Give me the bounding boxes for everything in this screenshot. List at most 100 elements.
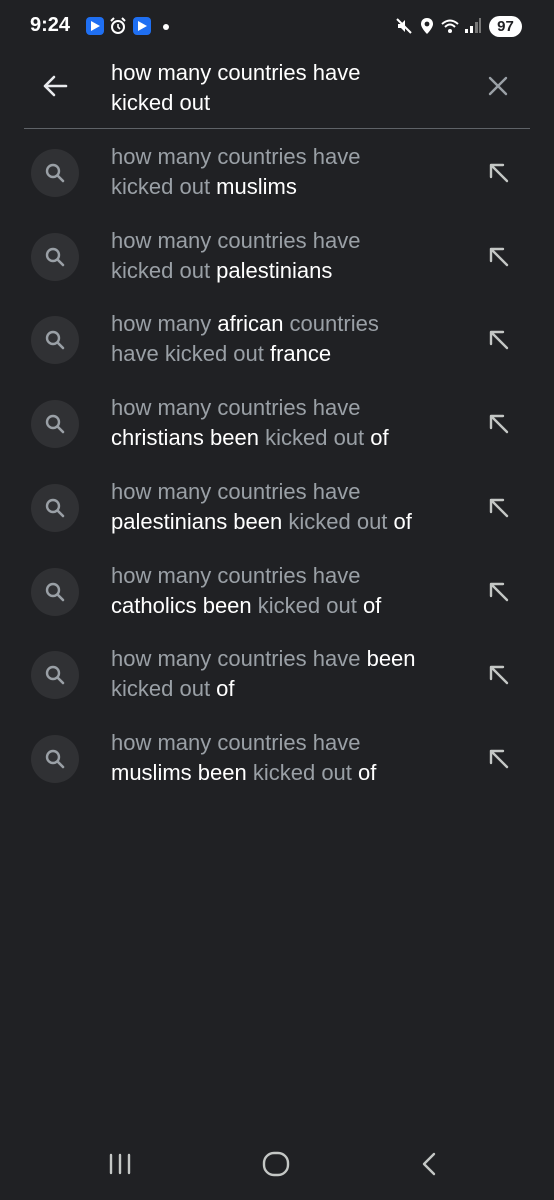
suggestion-segment: of: [216, 676, 235, 702]
suggestion-segment: have kicked out: [111, 341, 270, 367]
suggestion-line1: how many countries have: [111, 226, 471, 256]
close-icon[interactable]: [480, 68, 516, 104]
app-icon: [86, 17, 104, 35]
suggestion-segment: how many countries have: [111, 646, 367, 672]
suggestion-line2: kicked out palestinians: [111, 256, 471, 286]
suggestion-segment: how many countries have: [111, 478, 361, 504]
suggestion-item[interactable]: how many countries have been kicked out o…: [0, 632, 554, 716]
suggestion-text: how many african countries have kicked ou…: [111, 309, 471, 369]
arrow-up-left-icon[interactable]: [481, 406, 517, 442]
suggestion-segment: kicked out: [252, 759, 359, 785]
suggestion-line1: how many african countries: [111, 309, 471, 339]
suggestion-segment: been: [366, 646, 416, 672]
search-icon: [31, 567, 79, 616]
arrow-up-left-icon[interactable]: [481, 239, 517, 275]
back-icon[interactable]: [412, 1146, 448, 1182]
suggestion-line1: how many countries have: [111, 728, 471, 758]
suggestion-segment: kicked out: [288, 508, 394, 534]
suggestion-item[interactable]: how many countries have kicked out palest…: [0, 214, 554, 298]
arrow-up-left-icon[interactable]: [481, 657, 517, 693]
suggestion-segment: of: [370, 425, 389, 451]
header-divider: [24, 128, 530, 129]
suggestion-segment: countries: [289, 311, 379, 337]
suggestion-line2: kicked out muslims: [111, 172, 471, 202]
status-time: 9:24: [30, 14, 71, 36]
status-bar: 9:24 97: [0, 0, 554, 56]
search-icon: [31, 734, 79, 783]
suggestion-item[interactable]: how many countries have christians been k…: [0, 381, 554, 465]
suggestion-text: how many countries have kicked out muslim…: [111, 142, 471, 202]
suggestion-segment: of: [358, 759, 377, 785]
navigation-bar: [0, 1128, 554, 1200]
search-icon: [31, 651, 79, 700]
signal-icon: [464, 17, 482, 35]
suggestion-segment: france: [269, 341, 332, 367]
notification-dot: [163, 24, 169, 30]
search-icon: [31, 232, 79, 281]
search-icon: [31, 316, 79, 365]
suggestion-line2: muslims been kicked out of: [111, 758, 471, 788]
suggestion-segment: kicked out: [111, 676, 217, 702]
suggestion-segment: how many countries have: [111, 562, 361, 588]
suggestion-segment: kicked out: [257, 592, 363, 618]
suggestion-segment: how many countries have: [111, 395, 361, 421]
suggestion-segment: of: [393, 508, 412, 534]
arrow-up-left-icon[interactable]: [481, 490, 517, 526]
suggestion-line1: how many countries have: [111, 393, 471, 423]
search-header: how many countries have kicked out: [0, 56, 554, 128]
suggestion-line2: palestinians been kicked out of: [111, 507, 471, 537]
location-icon: [418, 17, 436, 35]
suggestion-text: how many countries have been kicked out o…: [111, 644, 471, 704]
suggestion-segment: palestinians: [216, 257, 333, 283]
suggestion-segment: muslims: [216, 174, 297, 199]
arrow-up-left-icon[interactable]: [481, 322, 517, 358]
search-query-line2: kicked out: [111, 90, 211, 115]
suggestion-item[interactable]: how many countries have catholics been ki…: [0, 549, 554, 633]
suggestion-item[interactable]: how many countries have muslims been kick…: [0, 716, 554, 800]
arrow-up-left-icon[interactable]: [481, 741, 517, 777]
suggestion-item[interactable]: how many countries have palestinians been…: [0, 465, 554, 549]
suggestion-line1: how many countries have: [111, 142, 471, 172]
suggestion-segment: how many countries have: [111, 729, 361, 755]
suggestion-item[interactable]: how many african countries have kicked ou…: [0, 297, 554, 381]
suggestion-segment: christians been: [111, 425, 266, 451]
suggestion-segment: how many: [111, 311, 218, 337]
suggestion-line2: christians been kicked out of: [111, 423, 471, 453]
suggestion-line2: catholics been kicked out of: [111, 591, 471, 621]
recents-icon[interactable]: [102, 1146, 138, 1182]
suggestion-segment: kicked out: [111, 174, 217, 199]
suggestion-text: how many countries have muslims been kick…: [111, 728, 471, 788]
arrow-up-left-icon[interactable]: [481, 574, 517, 610]
search-input[interactable]: how many countries have kicked out: [111, 58, 451, 118]
suggestion-line2: kicked out of: [111, 674, 471, 704]
suggestion-segment: catholics been: [111, 592, 258, 618]
suggestion-segment: of: [362, 592, 382, 618]
suggestion-segment: muslims been: [111, 759, 253, 785]
search-icon: [31, 149, 79, 197]
home-icon[interactable]: [258, 1146, 294, 1182]
suggestion-segment: palestinians been: [111, 508, 289, 534]
suggestion-text: how many countries have catholics been ki…: [111, 561, 471, 621]
arrow-up-left-icon[interactable]: [481, 155, 517, 191]
suggestion-segment: kicked out: [111, 257, 217, 283]
suggestion-line1: how many countries have: [111, 561, 471, 591]
wifi-icon: [441, 17, 459, 35]
suggestion-segment: how many countries have: [111, 144, 361, 169]
search-query-line1: how many countries have: [111, 60, 361, 85]
battery-indicator: 97: [489, 16, 522, 37]
suggestion-segment: kicked out: [265, 425, 371, 451]
suggestion-text: how many countries have kicked out palest…: [111, 226, 471, 286]
app-icon: [133, 17, 151, 35]
arrow-back-icon[interactable]: [37, 68, 73, 104]
suggestion-line2: have kicked out france: [111, 339, 471, 369]
alarm-icon: [109, 17, 127, 35]
suggestion-segment: african: [217, 311, 290, 337]
suggestion-text: how many countries have palestinians been…: [111, 477, 471, 537]
search-icon: [31, 400, 79, 449]
suggestion-item[interactable]: how many countries have kicked out muslim…: [0, 130, 554, 214]
suggestion-text: how many countries have christians been k…: [111, 393, 471, 453]
search-icon: [31, 483, 79, 532]
suggestion-line1: how many countries have: [111, 477, 471, 507]
suggestion-line1: how many countries have been: [111, 644, 471, 674]
suggestion-segment: how many countries have: [111, 227, 361, 253]
